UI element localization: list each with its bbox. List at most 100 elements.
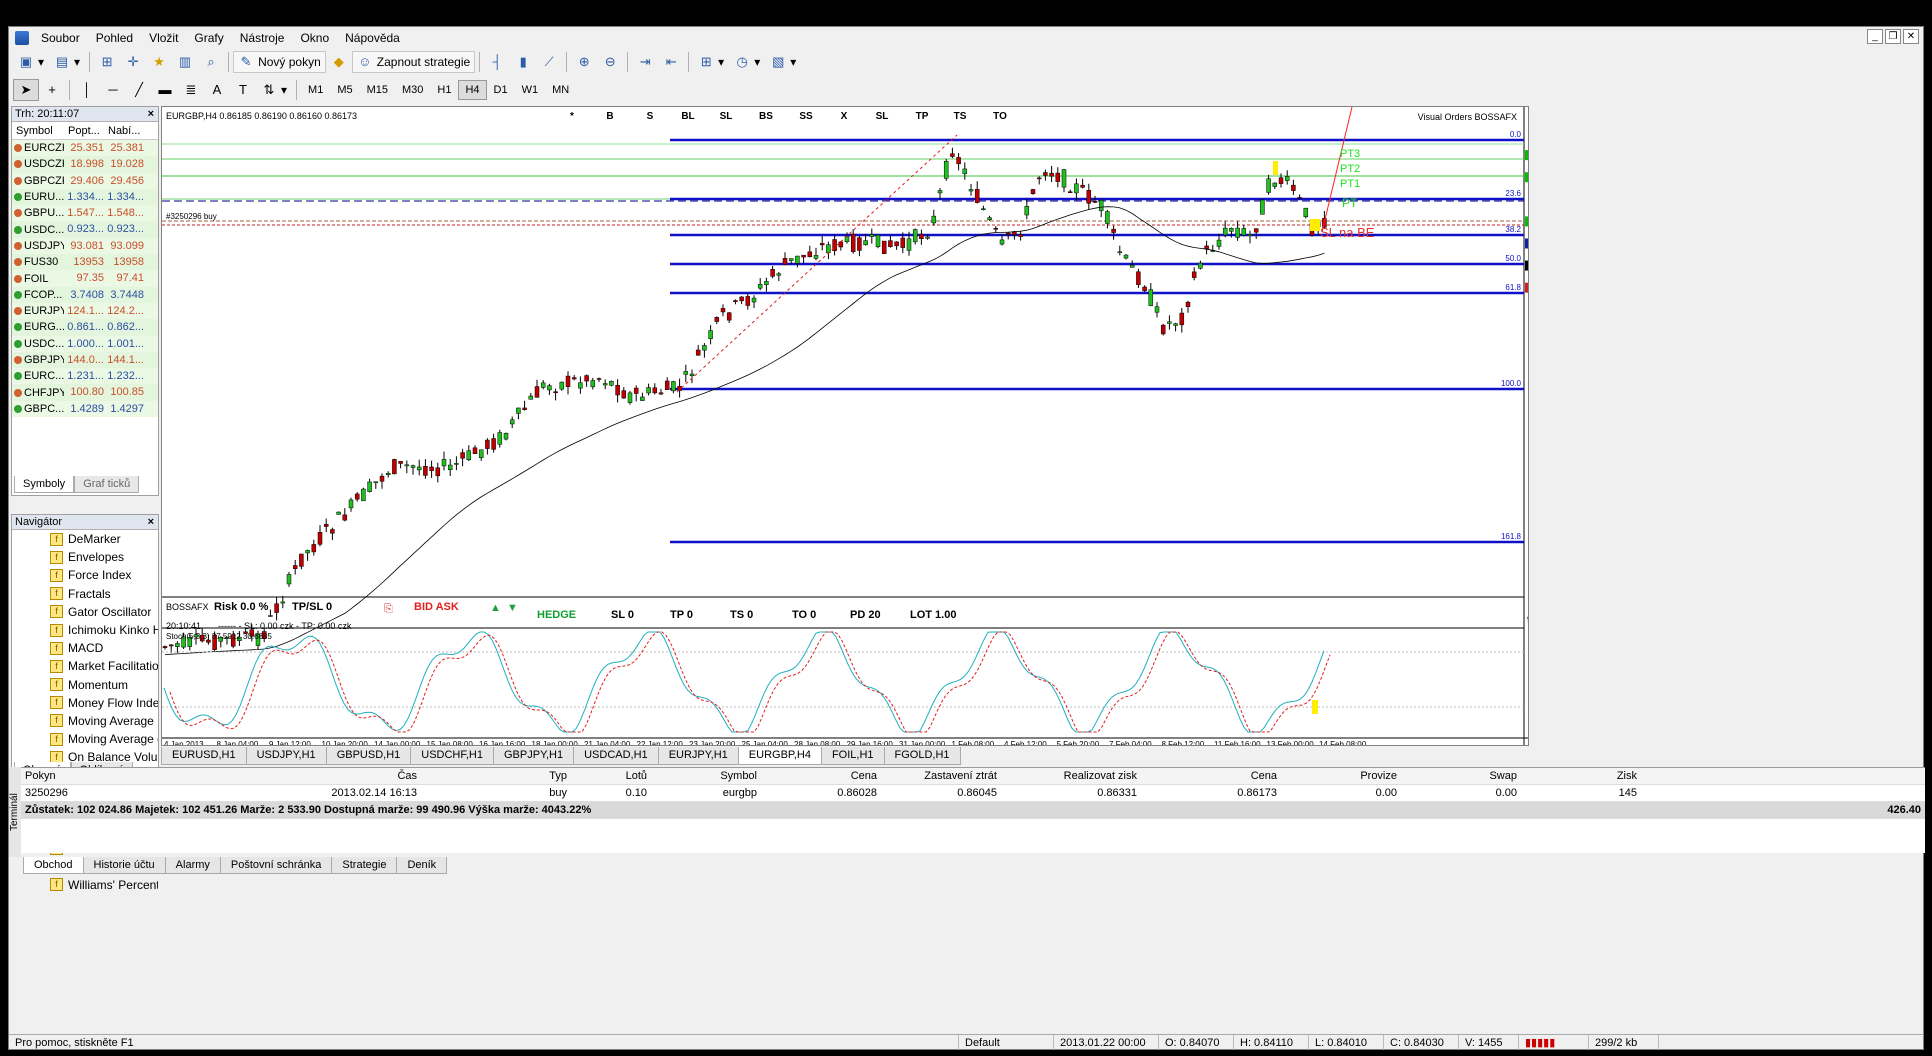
periods-button[interactable]: ◷ ▾ [729, 51, 765, 73]
col-symbol[interactable]: Symbol [12, 122, 64, 139]
tab-tick-chart[interactable]: Graf ticků [74, 476, 140, 493]
navigator-toggle[interactable]: ★ [146, 51, 172, 73]
arrows-tool[interactable]: ⇅ ▾ [256, 79, 292, 101]
timeframe-mn[interactable]: MN [545, 80, 576, 100]
list-item[interactable]: CHFJPY 100.80 100.85 [12, 384, 158, 401]
navigator-item[interactable]: f MACD [12, 639, 158, 657]
restore-icon[interactable]: ❐ [1885, 29, 1901, 44]
timeframe-h1[interactable]: H1 [430, 80, 458, 100]
col-ask[interactable]: Nabí... [104, 122, 144, 139]
crosshair-tool[interactable]: + [39, 79, 65, 101]
line-chart-button[interactable]: ⟋ [536, 51, 562, 73]
navigator-item[interactable]: f Money Flow Index [12, 694, 158, 712]
column-header[interactable]: Typ [421, 768, 571, 784]
minimize-icon[interactable]: _ [1867, 29, 1883, 44]
navigator-item[interactable]: f Gator Oscillator [12, 603, 158, 621]
list-item[interactable]: USDJPY 93.081 93.099 [12, 237, 158, 255]
timeframe-m1[interactable]: M1 [301, 80, 330, 100]
navigator-item[interactable]: f Williams' Percent [12, 876, 158, 894]
navigator-item[interactable]: f Ichimoku Kinko H [12, 621, 158, 639]
column-header[interactable]: Lotů [571, 768, 651, 784]
navigator-item[interactable]: f Moving Average [12, 712, 158, 730]
list-item[interactable]: EURG... 0.861... 0.862... [12, 319, 158, 336]
column-header[interactable]: Čas [191, 768, 421, 784]
column-header[interactable]: Symbol [651, 768, 761, 784]
terminal-tab[interactable]: Strategie [331, 857, 398, 874]
navigator-item[interactable]: f Fractals [12, 585, 158, 603]
navigator-item[interactable]: f Force Index [12, 566, 158, 584]
chart-tab[interactable]: EURGBP,H4 [737, 747, 822, 765]
metaeditor-button[interactable]: ◆ [326, 51, 352, 73]
list-item[interactable]: GBPU... 1.547... 1.548... [12, 205, 158, 222]
terminal-tab[interactable]: Historie účtu [82, 857, 166, 874]
chart-tab[interactable]: FGOLD,H1 [883, 747, 961, 765]
new-chart-button[interactable]: ▣ ▾ [13, 51, 49, 73]
terminal-tab[interactable]: Obchod [23, 857, 84, 874]
list-item[interactable]: EURCZK 25.351 25.381 [12, 140, 158, 157]
cursor-tool[interactable]: ➤ [13, 79, 39, 101]
vertical-line-tool[interactable]: │ [74, 79, 100, 101]
timeframe-m15[interactable]: M15 [360, 80, 395, 100]
navigator-item[interactable]: f Envelopes [12, 548, 158, 566]
list-item[interactable]: USDCZK 18.998 19.028 [12, 156, 158, 173]
column-header[interactable]: Zastavení ztrát [881, 768, 1001, 784]
menu-view[interactable]: Pohled [88, 31, 141, 45]
new-order-button[interactable]: ✎ Nový pokyn [233, 51, 326, 73]
profiles-button[interactable]: ▤ ▾ [49, 51, 85, 73]
navigator-item[interactable]: f DeMarker [12, 530, 158, 548]
chart-window[interactable]: EURGBP,H4 0.86185 0.86190 0.86160 0.8617… [161, 106, 1529, 746]
list-item[interactable]: GBPJPY 144.0... 144.1... [12, 351, 158, 369]
tester-toggle[interactable]: ⌕ [198, 51, 224, 73]
menu-tools[interactable]: Nástroje [232, 31, 293, 45]
column-header[interactable]: Cena [761, 768, 881, 784]
chart-tab[interactable]: USDCAD,H1 [573, 747, 659, 765]
col-bid[interactable]: Popt... [64, 122, 104, 139]
timeframe-h4[interactable]: H4 [458, 80, 487, 100]
table-row[interactable]: 3250296 2013.02.14 16:13 buy 0.10 eurgbp 0.86… [21, 785, 1925, 802]
list-item[interactable]: GBPCZK 29.406 29.456 [12, 172, 158, 189]
list-item[interactable]: FUS30 13953 13958 [12, 254, 158, 271]
navigator-item[interactable]: f Momentum [12, 676, 158, 694]
channel-tool[interactable]: ▬ [152, 79, 178, 101]
list-item[interactable]: GBPC... 1.4289 1.4297 [12, 400, 158, 418]
timeframe-w1[interactable]: W1 [515, 80, 546, 100]
autotrading-button[interactable]: ☺ Zapnout strategie [351, 51, 476, 73]
column-header[interactable]: Cena [1141, 768, 1281, 784]
column-header[interactable]: Swap [1401, 768, 1521, 784]
column-header[interactable]: Pokyn [21, 768, 191, 784]
fibo-tool[interactable]: ≣ [178, 79, 204, 101]
chart-tab[interactable]: EURUSD,H1 [161, 747, 247, 765]
chart-tab[interactable]: GBPJPY,H1 [493, 747, 575, 765]
trendline-tool[interactable]: ╱ [126, 79, 152, 101]
market-watch-toggle[interactable]: ⊞ [94, 51, 120, 73]
chart-tab[interactable]: USDJPY,H1 [245, 747, 327, 765]
column-header[interactable]: Realizovat zisk [1001, 768, 1141, 784]
chart-shift-button[interactable]: ⇤ [658, 51, 684, 73]
timeframe-m5[interactable]: M5 [330, 80, 359, 100]
menu-charts[interactable]: Grafy [186, 31, 231, 45]
close-icon[interactable]: × [148, 107, 154, 122]
timeframe-d1[interactable]: D1 [487, 80, 515, 100]
list-item[interactable]: USDC... 0.923... 0.923... [12, 221, 158, 238]
terminal-toggle[interactable]: ▥ [172, 51, 198, 73]
text-tool[interactable]: A [204, 79, 230, 101]
terminal-tab[interactable]: Poštovní schránka [219, 857, 333, 874]
zoom-in-button[interactable]: ⊕ [571, 51, 597, 73]
terminal-tab[interactable]: Alarmy [164, 857, 221, 874]
chart-tab[interactable]: EURJPY,H1 [657, 747, 739, 765]
menu-window[interactable]: Okno [292, 31, 337, 45]
list-item[interactable]: EURU... 1.334... 1.334... [12, 188, 158, 206]
chart-tab[interactable]: GBPUSD,H1 [325, 747, 412, 765]
list-item[interactable]: FCOP... 3.7408 3.7448 [12, 286, 158, 303]
horizontal-line-tool[interactable]: ─ [100, 79, 126, 101]
templates-button[interactable]: ▧ ▾ [765, 51, 801, 73]
close-icon[interactable]: × [148, 515, 154, 530]
list-item[interactable]: EURJPY 124.1... 124.2... [12, 302, 158, 320]
data-window-toggle[interactable]: ✛ [120, 51, 146, 73]
close-icon[interactable]: ✕ [1903, 29, 1919, 44]
menu-file[interactable]: Soubor [33, 31, 88, 45]
timeframe-m30[interactable]: M30 [395, 80, 430, 100]
chart-tab[interactable]: FOIL,H1 [820, 747, 885, 765]
list-item[interactable]: FOIL 97.35 97.41 [12, 270, 158, 287]
terminal-tab[interactable]: Deník [396, 857, 448, 874]
